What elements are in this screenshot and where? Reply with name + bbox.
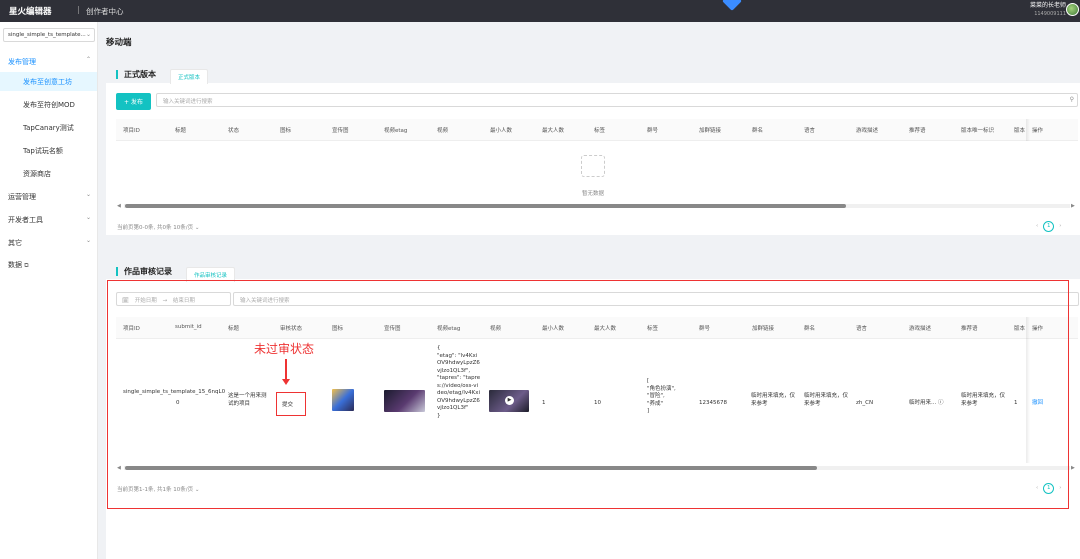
- chevron-down-icon: ⌄: [86, 191, 92, 198]
- nav-group-data[interactable]: 数据 ⧉: [8, 260, 29, 270]
- project-selector[interactable]: single_simple_ts_template... ⌄: [3, 28, 95, 42]
- nav-group-publish[interactable]: 发布管理 ⌃: [8, 56, 91, 67]
- user-name: 菜菜的长老师: [1029, 2, 1066, 9]
- external-link-icon: ⧉: [24, 262, 29, 269]
- brand-separator: |: [77, 5, 80, 14]
- page-number[interactable]: 1: [1043, 221, 1055, 232]
- column-header: 视频: [437, 128, 449, 134]
- column-header: 加群链接: [699, 128, 722, 134]
- release-pagination: ‹ 1 ›: [1036, 221, 1061, 232]
- nav-group-label: 数据: [8, 261, 22, 269]
- sidebar-item-label: 发布至创意工坊: [23, 78, 72, 86]
- user-id: 1149009111: [1034, 11, 1066, 17]
- next-page-icon[interactable]: ›: [1059, 223, 1061, 229]
- search-placeholder: 输入关键词进行搜索: [163, 99, 213, 105]
- pagination-text: 当前页第0-0条, 共0条 10条/页: [117, 225, 194, 231]
- nav-group-label: 运营管理: [8, 193, 36, 201]
- search-icon[interactable]: ⚲: [1070, 96, 1074, 103]
- column-header: 群名: [752, 128, 764, 134]
- release-scrollbar-thumb[interactable]: [125, 204, 846, 208]
- column-header: 推荐语: [909, 128, 926, 134]
- review-section-title: 作品审核记录: [116, 267, 172, 276]
- column-header: 版本: [1014, 128, 1026, 134]
- nav-group-dev-tools[interactable]: 开发者工具 ⌄: [8, 214, 91, 225]
- prev-page-icon[interactable]: ‹: [1036, 223, 1038, 229]
- user-info[interactable]: 菜菜的长老师 1149009111: [1030, 2, 1066, 18]
- brand-subtitle[interactable]: 创作者中心: [86, 6, 124, 17]
- column-header: 最大人数: [542, 128, 565, 134]
- column-header: 项目ID: [123, 128, 140, 134]
- column-header: 语言: [804, 128, 816, 134]
- sidebar: single_simple_ts_template... ⌄ 发布管理 ⌃ 发布…: [0, 22, 98, 559]
- sidebar-item-label: 发布至符创MOD: [23, 101, 75, 109]
- nav-group-label: 其它: [8, 239, 22, 247]
- scroll-right-icon[interactable]: ▶: [1071, 203, 1075, 209]
- empty-box-icon: [581, 155, 605, 177]
- sidebar-item-tapcanary[interactable]: TapCanary测试: [0, 118, 97, 137]
- project-selector-value: single_simple_ts_template...: [8, 32, 86, 38]
- nav-group-label: 开发者工具: [8, 216, 43, 224]
- chevron-down-icon: ⌄: [86, 214, 92, 221]
- column-header: 操作: [1032, 128, 1044, 134]
- nav-group-operations[interactable]: 运营管理 ⌄: [8, 191, 91, 202]
- sidebar-item-workshop[interactable]: 发布至创意工坊: [0, 72, 97, 91]
- release-section-title: 正式版本: [116, 70, 156, 79]
- nav-group-other[interactable]: 其它 ⌄: [8, 237, 91, 248]
- chevron-down-icon: ⌄: [86, 237, 92, 244]
- top-bar: 星火编辑器 | 创作者中心 菜菜的长老师 1149009111: [0, 0, 1080, 22]
- sidebar-item-label: TapCanary测试: [23, 124, 74, 132]
- sidebar-item-asset-store[interactable]: 资源商店: [0, 164, 97, 183]
- column-header: 视频etag: [384, 128, 408, 134]
- column-header: 状态: [228, 128, 240, 134]
- sidebar-item-mod[interactable]: 发布至符创MOD: [0, 95, 97, 114]
- publish-button[interactable]: + 发布: [116, 93, 151, 110]
- column-header: 标题: [175, 128, 187, 134]
- page-title: 移动端: [106, 38, 132, 48]
- column-header: 标签: [594, 128, 606, 134]
- empty-text: 暂无数据: [582, 191, 605, 197]
- column-header: 宣传图: [332, 128, 349, 134]
- sidebar-item-tap-trial[interactable]: Tap试玩名额: [0, 141, 97, 160]
- chevron-down-icon: ⌄: [85, 31, 91, 38]
- column-header: 版本唯一标识: [961, 128, 995, 134]
- chevron-up-icon: ⌃: [86, 56, 92, 63]
- column-header: 图标: [280, 128, 292, 134]
- scroll-left-icon[interactable]: ◀: [117, 203, 121, 209]
- release-table-header: 项目ID 标题 状态 图标 宣传图 视频etag 视频 最小人数 最大人数 标签…: [116, 119, 1078, 141]
- scroll-right-icon[interactable]: ▶: [1071, 465, 1075, 471]
- sidebar-item-label: Tap试玩名额: [23, 147, 63, 155]
- column-header: 群号: [647, 128, 659, 134]
- release-pagination-info: 当前页第0-0条, 共0条 10条/页 ⌄: [117, 223, 199, 231]
- chevron-down-icon[interactable]: ⌄: [195, 225, 200, 231]
- tab-release[interactable]: 正式版本: [170, 69, 209, 84]
- avatar[interactable]: [1066, 3, 1079, 16]
- fixed-column-shadow: [1026, 119, 1030, 141]
- column-header: 游戏描述: [856, 128, 879, 134]
- column-header: 最小人数: [490, 128, 513, 134]
- review-highlight-frame: [107, 280, 1069, 509]
- sidebar-item-label: 资源商店: [23, 170, 51, 178]
- logo-icon: [722, 0, 742, 11]
- release-search-input[interactable]: 输入关键词进行搜索 ⚲: [156, 93, 1078, 107]
- brand-title[interactable]: 星火编辑器: [9, 5, 52, 17]
- nav-group-label: 发布管理: [8, 58, 36, 66]
